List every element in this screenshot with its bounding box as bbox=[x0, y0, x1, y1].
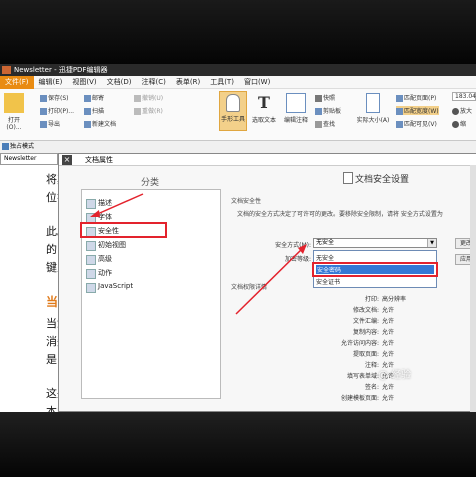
watermark: @ 经验 bbox=[378, 370, 412, 381]
annotation-arrows bbox=[90, 193, 307, 315]
vertical-scrollbar[interactable] bbox=[470, 165, 476, 412]
arrow-to-security bbox=[92, 193, 144, 217]
arrow-to-password bbox=[235, 245, 306, 315]
monitor-bezel-bottom bbox=[0, 412, 476, 477]
monitor-bezel-top bbox=[0, 0, 476, 64]
arrow-head-security bbox=[90, 210, 100, 217]
photo-frame: Newsletter - 迅捷PDF编辑器 文件(F) 编辑(E) 视图(V) 文档(… bbox=[0, 0, 476, 477]
app-window: Newsletter - 迅捷PDF编辑器 文件(F) 编辑(E) 视图(V) 文档(… bbox=[0, 64, 476, 412]
